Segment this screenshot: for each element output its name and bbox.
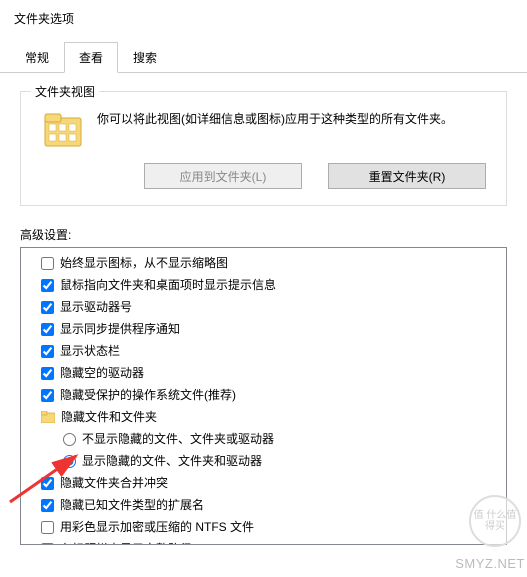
setting-label: 显示同步提供程序通知 [60, 320, 180, 338]
setting-label: 隐藏已知文件类型的扩展名 [60, 496, 204, 514]
setting-item: 隐藏文件和文件夹 [23, 406, 504, 428]
setting-item[interactable]: 显示同步提供程序通知 [23, 318, 504, 340]
setting-label: 隐藏受保护的操作系统文件(推荐) [60, 386, 236, 404]
setting-item[interactable]: 始终显示图标，从不显示缩略图 [23, 252, 504, 274]
advanced-settings-label: 高级设置: [20, 226, 507, 243]
setting-item[interactable]: 隐藏受保护的操作系统文件(推荐) [23, 384, 504, 406]
setting-label: 隐藏空的驱动器 [60, 364, 144, 382]
tab-search[interactable]: 搜索 [118, 42, 172, 73]
setting-label: 始终显示图标，从不显示缩略图 [60, 254, 228, 272]
setting-checkbox[interactable] [41, 323, 54, 336]
setting-checkbox[interactable] [41, 367, 54, 380]
tab-bar: 常规 查看 搜索 [0, 41, 527, 73]
folder-views-description: 你可以将此视图(如详细信息或图标)应用于这种类型的所有文件夹。 [97, 110, 492, 129]
setting-radio[interactable] [63, 433, 76, 446]
apply-to-folders-button: 应用到文件夹(L) [144, 163, 302, 189]
folder-views-group: 文件夹视图 你可以将此视图(如详细信息或图标)应用于这种类型的所有文件夹。 应用… [20, 91, 507, 206]
setting-radio[interactable] [63, 455, 76, 468]
setting-item[interactable]: 显示隐藏的文件、文件夹和驱动器 [23, 450, 504, 472]
setting-checkbox[interactable] [41, 257, 54, 270]
setting-item[interactable]: 不显示隐藏的文件、文件夹或驱动器 [23, 428, 504, 450]
setting-item[interactable]: 隐藏文件夹合并冲突 [23, 472, 504, 494]
watermark-text: SMYZ.NET [455, 556, 525, 571]
setting-item[interactable]: 鼠标指向文件夹和桌面项时显示提示信息 [23, 274, 504, 296]
folder-small-icon [41, 411, 55, 423]
setting-checkbox[interactable] [41, 389, 54, 402]
tab-view[interactable]: 查看 [64, 42, 118, 73]
setting-label: 显示驱动器号 [60, 298, 132, 316]
setting-checkbox[interactable] [41, 521, 54, 534]
setting-label: 显示隐藏的文件、文件夹和驱动器 [82, 452, 262, 470]
dialog-title: 文件夹选项 [0, 0, 527, 35]
advanced-settings-list[interactable]: 始终显示图标，从不显示缩略图鼠标指向文件夹和桌面项时显示提示信息显示驱动器号显示… [20, 247, 507, 545]
setting-label: 鼠标指向文件夹和桌面项时显示提示信息 [60, 276, 276, 294]
setting-item[interactable]: 隐藏空的驱动器 [23, 362, 504, 384]
setting-label: 在标题栏中显示完整路径 [60, 540, 192, 545]
setting-label: 用彩色显示加密或压缩的 NTFS 文件 [60, 518, 254, 536]
folder-views-label: 文件夹视图 [31, 83, 99, 100]
setting-item[interactable]: 显示驱动器号 [23, 296, 504, 318]
folder-icon [43, 110, 83, 151]
tab-general[interactable]: 常规 [10, 42, 64, 73]
setting-checkbox[interactable] [41, 345, 54, 358]
setting-item[interactable]: 显示状态栏 [23, 340, 504, 362]
setting-label: 不显示隐藏的文件、文件夹或驱动器 [82, 430, 274, 448]
setting-checkbox[interactable] [41, 301, 54, 314]
setting-item[interactable]: 用彩色显示加密或压缩的 NTFS 文件 [23, 516, 504, 538]
setting-label: 隐藏文件和文件夹 [61, 408, 157, 426]
setting-item[interactable]: 在标题栏中显示完整路径 [23, 538, 504, 545]
setting-label: 隐藏文件夹合并冲突 [60, 474, 168, 492]
reset-folders-button[interactable]: 重置文件夹(R) [328, 163, 486, 189]
setting-item[interactable]: 隐藏已知文件类型的扩展名 [23, 494, 504, 516]
setting-label: 显示状态栏 [60, 342, 120, 360]
setting-checkbox[interactable] [41, 499, 54, 512]
setting-checkbox[interactable] [41, 477, 54, 490]
setting-checkbox[interactable] [41, 543, 54, 546]
setting-checkbox[interactable] [41, 279, 54, 292]
